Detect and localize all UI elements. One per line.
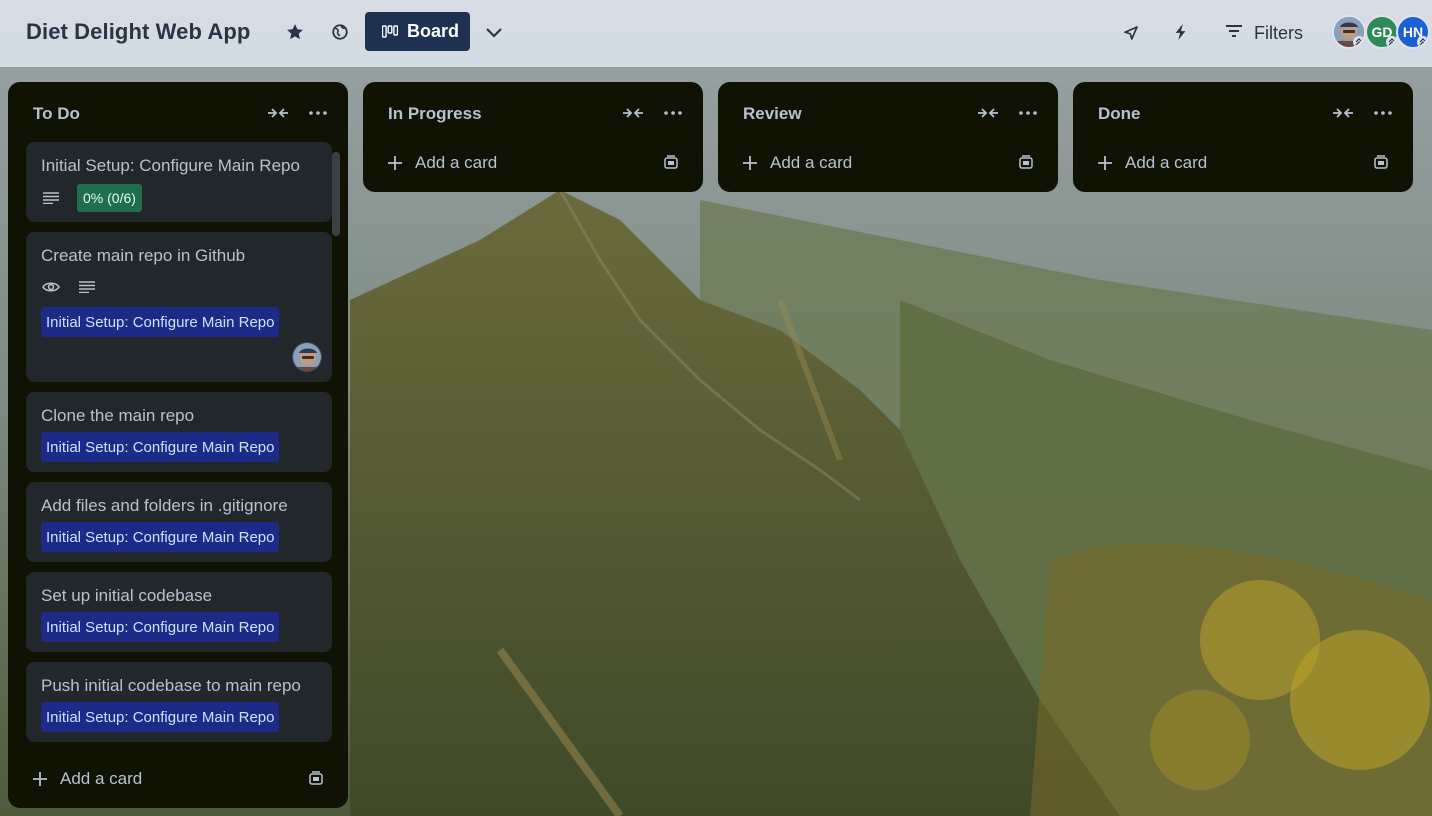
plus-icon xyxy=(385,153,405,173)
card-badges: 0% (0/6) xyxy=(41,184,142,212)
card-template-icon[interactable] xyxy=(661,153,681,173)
eye-icon xyxy=(41,277,61,297)
add-card-button[interactable]: Add a card xyxy=(734,145,1042,181)
list-title[interactable]: In Progress xyxy=(388,104,482,124)
card-badges xyxy=(41,277,113,297)
more-options-icon[interactable] xyxy=(307,102,329,124)
scrollbar-thumb[interactable] xyxy=(332,152,340,236)
card-title: Create main repo in Github xyxy=(41,246,246,265)
add-card-button[interactable]: Add a card xyxy=(24,761,332,797)
collapse-list-icon[interactable] xyxy=(975,102,1001,124)
plus-icon xyxy=(30,769,50,789)
list-review: Review Add a card xyxy=(718,82,1058,192)
plus-icon xyxy=(1095,153,1115,173)
add-card-label: Add a card xyxy=(1125,153,1208,172)
more-options-icon[interactable] xyxy=(1372,102,1394,124)
globe-icon[interactable] xyxy=(329,21,351,43)
list-header: To Do xyxy=(8,82,348,144)
card-label: Initial Setup: Configure Main Repo xyxy=(41,307,280,337)
card-title: Initial Setup: Configure Main Repo xyxy=(41,156,300,175)
board-header: Diet Delight Web App Board Filters GD HN xyxy=(0,0,1432,67)
card-template-icon[interactable] xyxy=(1371,153,1391,173)
card-template-icon[interactable] xyxy=(1016,153,1036,173)
more-options-icon[interactable] xyxy=(662,102,684,124)
description-icon xyxy=(41,188,61,208)
chevron-down-icon[interactable] xyxy=(482,21,506,45)
add-card-label: Add a card xyxy=(60,769,143,788)
card[interactable]: Set up initial codebase Initial Setup: C… xyxy=(26,572,332,652)
board-view-button[interactable]: Board xyxy=(365,12,470,51)
add-card-button[interactable]: Add a card xyxy=(1089,145,1397,181)
card-title: Clone the main repo xyxy=(41,406,195,425)
lightning-icon[interactable] xyxy=(1170,21,1192,43)
description-icon xyxy=(77,277,97,297)
list-scrollbar[interactable] xyxy=(330,142,342,746)
card-label: Initial Setup: Configure Main Repo xyxy=(41,432,280,462)
collapse-list-icon[interactable] xyxy=(1330,102,1356,124)
more-options-icon[interactable] xyxy=(1017,102,1039,124)
card-label: Initial Setup: Configure Main Repo xyxy=(41,522,280,552)
card[interactable]: Push initial codebase to main repo Initi… xyxy=(26,662,332,742)
add-card-button[interactable]: Add a card xyxy=(379,145,687,181)
list-header: Done xyxy=(1073,82,1413,144)
list-to-do: To Do Initial Setup: Configure Main Repo… xyxy=(8,82,348,808)
board-icon xyxy=(382,24,398,39)
card-title: Add files and folders in .gitignore xyxy=(41,496,288,515)
admin-badge-icon xyxy=(1353,36,1364,47)
checklist-badge: 0% (0/6) xyxy=(77,184,142,212)
collapse-list-icon[interactable] xyxy=(265,102,291,124)
card[interactable]: Initial Setup: Configure Main Repo 0% (0… xyxy=(26,142,332,222)
add-card-label: Add a card xyxy=(770,153,853,172)
card[interactable]: Clone the main repo Initial Setup: Confi… xyxy=(26,392,332,472)
board-title[interactable]: Diet Delight Web App xyxy=(26,19,250,45)
avatar xyxy=(292,342,322,372)
star-icon[interactable] xyxy=(283,20,307,44)
card-label: Initial Setup: Configure Main Repo xyxy=(41,612,280,642)
filters-label: Filters xyxy=(1254,22,1303,43)
card[interactable]: Add files and folders in .gitignore Init… xyxy=(26,482,332,562)
avatar[interactable]: HN xyxy=(1396,15,1430,49)
admin-badge-icon xyxy=(1417,36,1428,47)
list-in-progress: In Progress Add a card xyxy=(363,82,703,192)
card-label: Initial Setup: Configure Main Repo xyxy=(41,702,280,732)
list-header: In Progress xyxy=(363,82,703,144)
filters-button[interactable]: Filters xyxy=(1226,19,1303,47)
card-title: Push initial codebase to main repo xyxy=(41,676,301,695)
avatar[interactable]: GD xyxy=(1365,15,1399,49)
collapse-list-icon[interactable] xyxy=(620,102,646,124)
plus-icon xyxy=(740,153,760,173)
list-done: Done Add a card xyxy=(1073,82,1413,192)
card[interactable]: Create main repo in Github Initial Setup… xyxy=(26,232,332,382)
board-members: GD HN xyxy=(1332,15,1432,51)
rocket-icon[interactable] xyxy=(1119,21,1143,45)
card-template-icon[interactable] xyxy=(306,769,326,789)
board-view-label: Board xyxy=(407,21,460,41)
list-title[interactable]: Review xyxy=(743,104,802,124)
add-card-label: Add a card xyxy=(415,153,498,172)
list-title[interactable]: Done xyxy=(1098,104,1141,124)
filter-icon xyxy=(1226,24,1242,42)
list-title[interactable]: To Do xyxy=(33,104,80,124)
avatar[interactable] xyxy=(1332,15,1366,49)
card-title: Set up initial codebase xyxy=(41,586,213,605)
list-header: Review xyxy=(718,82,1058,144)
